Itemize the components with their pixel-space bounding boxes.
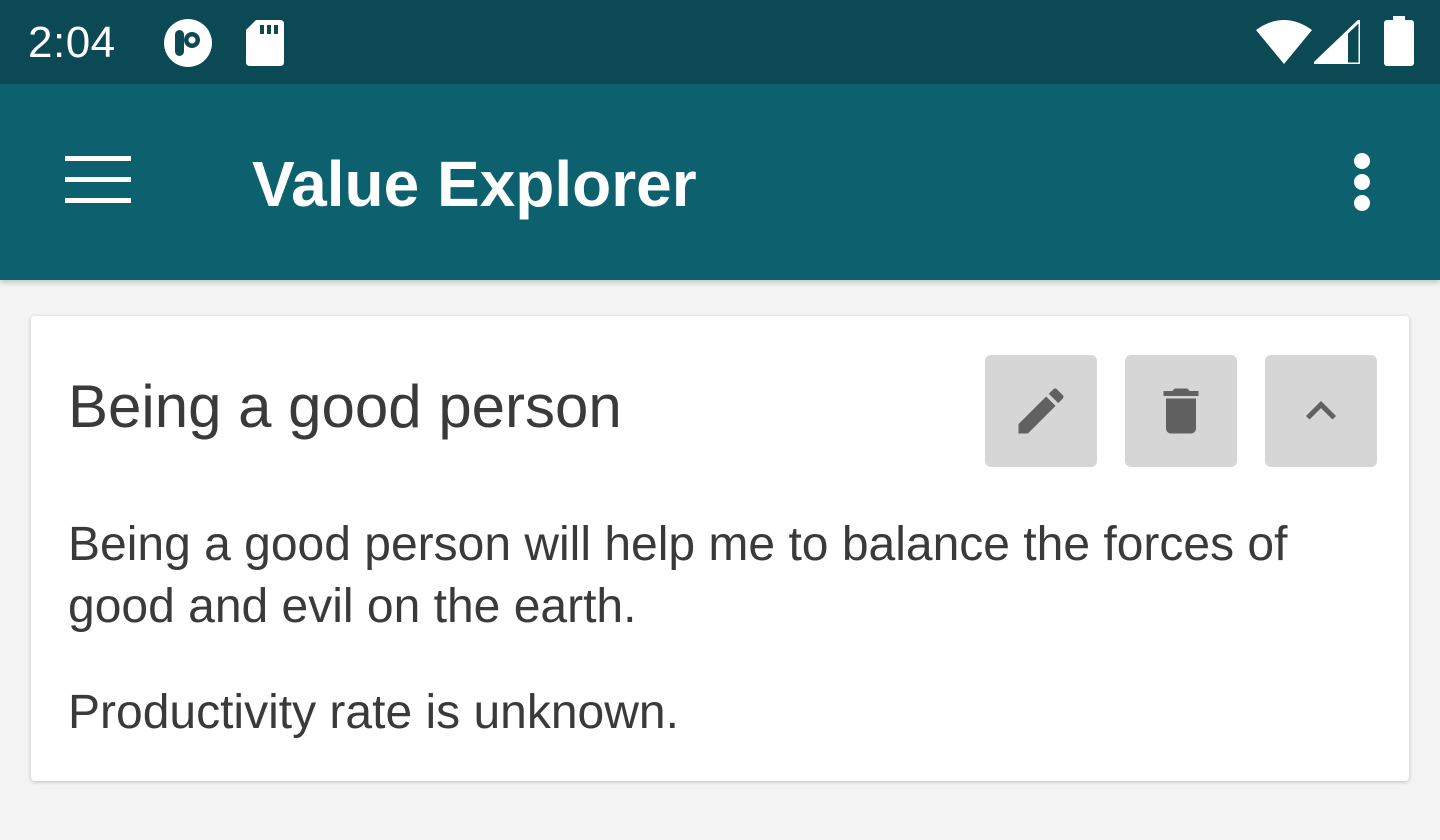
edit-pencil-icon: [1018, 388, 1064, 434]
cellular-signal-icon: [1310, 16, 1362, 69]
delete-trash-icon: [1163, 388, 1199, 434]
app-title: Value Explorer: [252, 148, 697, 220]
collapse-button[interactable]: [1265, 355, 1377, 467]
collapse-chevron-up-icon: [1306, 401, 1336, 420]
delete-button[interactable]: [1125, 355, 1237, 467]
sd-card-icon: [246, 20, 284, 71]
app-notification-icon: [162, 18, 214, 73]
navigation-menu-button[interactable]: [48, 142, 148, 222]
value-description: Being a good person will help me to bala…: [68, 518, 1288, 633]
hamburger-menu-icon: [65, 156, 131, 211]
battery-icon: [1384, 16, 1414, 71]
value-title: Being a good person: [68, 373, 622, 440]
productivity-status: Productivity rate is unknown.: [68, 686, 679, 739]
wifi-icon: [1256, 20, 1312, 69]
status-bar: 2:04: [0, 0, 1440, 84]
more-vert-icon: [1353, 153, 1371, 216]
value-card: Being a good person Being a good person …: [31, 316, 1409, 781]
app-bar: Value Explorer: [0, 84, 1440, 280]
status-time: 2:04: [28, 18, 116, 67]
edit-button[interactable]: [985, 355, 1097, 467]
overflow-menu-button[interactable]: [1330, 142, 1394, 222]
